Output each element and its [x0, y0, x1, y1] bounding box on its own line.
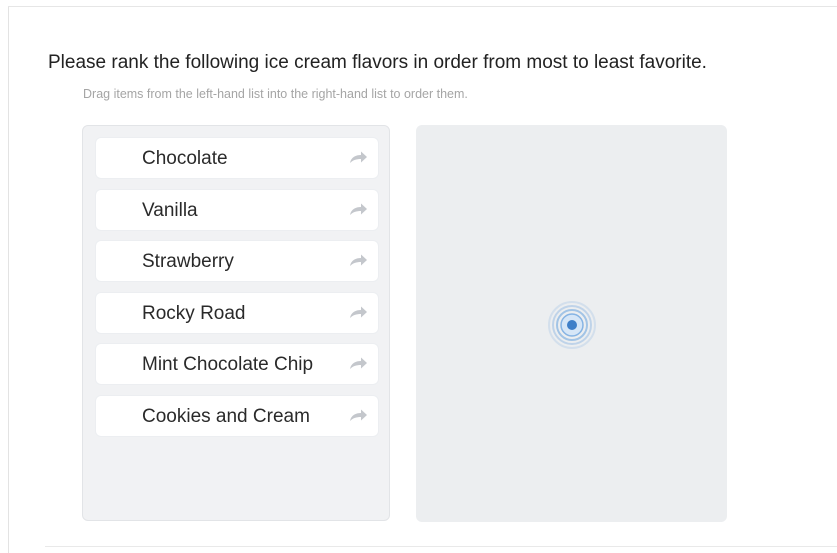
instruction-text: Drag items from the left-hand list into … [83, 87, 468, 101]
rank-item-label: Chocolate [142, 148, 228, 169]
survey-frame: Please rank the following ice cream flav… [0, 0, 837, 553]
rank-item-chocolate[interactable]: Chocolate [96, 138, 378, 178]
move-right-arrow-icon[interactable] [348, 356, 368, 372]
rank-item-strawberry[interactable]: Strawberry [96, 241, 378, 281]
rank-item-label: Vanilla [142, 200, 198, 221]
source-rank-list[interactable]: Chocolate Vanilla Strawberry Rocky Road … [82, 125, 390, 521]
rank-item-label: Cookies and Cream [142, 406, 310, 427]
rank-item-label: Rocky Road [142, 303, 246, 324]
touch-ripple-icon [548, 301, 596, 349]
frame-left-border [8, 6, 9, 553]
move-right-arrow-icon[interactable] [348, 202, 368, 218]
rank-item-label: Strawberry [142, 251, 234, 272]
move-right-arrow-icon[interactable] [348, 150, 368, 166]
question-text: Please rank the following ice cream flav… [48, 52, 707, 73]
rank-item-rocky-road[interactable]: Rocky Road [96, 293, 378, 333]
move-right-arrow-icon[interactable] [348, 253, 368, 269]
frame-bottom-divider [45, 546, 837, 547]
move-right-arrow-icon[interactable] [348, 408, 368, 424]
rank-item-label: Mint Chocolate Chip [142, 354, 314, 375]
rank-item-vanilla[interactable]: Vanilla [96, 190, 378, 230]
rank-item-mint-chocolate-chip[interactable]: Mint Chocolate Chip [96, 344, 378, 384]
rank-item-cookies-and-cream[interactable]: Cookies and Cream [96, 396, 378, 436]
frame-top-border [8, 6, 837, 7]
move-right-arrow-icon[interactable] [348, 305, 368, 321]
target-rank-list[interactable] [416, 125, 727, 522]
